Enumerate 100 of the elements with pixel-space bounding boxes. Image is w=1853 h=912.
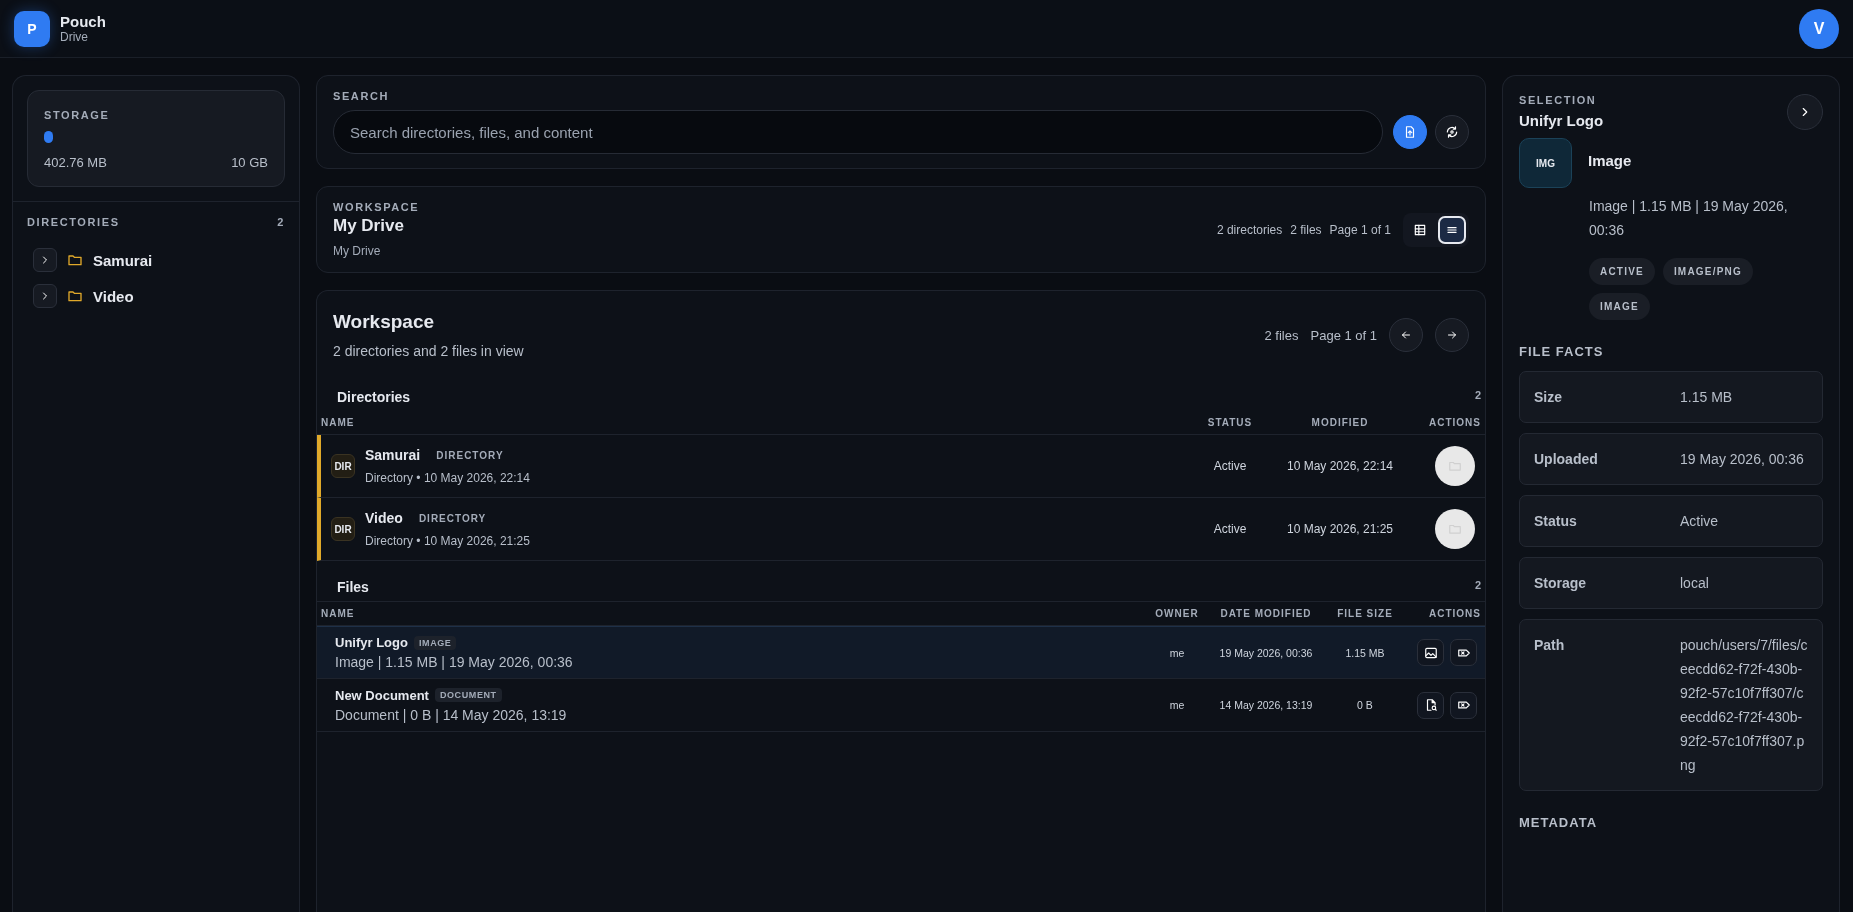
folder-icon xyxy=(67,252,83,268)
directory-item[interactable]: Samurai xyxy=(93,251,153,269)
storage-label: STORAGE xyxy=(44,109,111,121)
status-cell-text: Active xyxy=(1212,522,1248,536)
owner-cell-text: me xyxy=(1168,699,1186,711)
tag-pill: IMAGE/PNG xyxy=(1662,258,1753,285)
open-folder-button[interactable] xyxy=(1435,509,1475,549)
column-header: FILE SIZE xyxy=(1336,607,1394,621)
directory-badge: DIR xyxy=(331,454,355,478)
owner-cell-text: me xyxy=(1168,646,1186,659)
selection-label: SELECTION xyxy=(1519,94,1598,106)
fact-label: Path xyxy=(1534,636,1566,655)
tag-button[interactable] xyxy=(1450,639,1477,666)
previous-page-button[interactable] xyxy=(1389,318,1423,352)
directories-heading: DIRECTORIES xyxy=(27,216,120,228)
type-tag: IMAGE xyxy=(413,635,457,650)
fact-value: Active xyxy=(1680,512,1720,531)
preview-button[interactable] xyxy=(1417,691,1444,719)
section-title: Files xyxy=(337,579,369,595)
column-header: ACTIONS xyxy=(1428,607,1482,621)
column-header: NAME xyxy=(320,607,356,621)
refresh-button[interactable] xyxy=(1435,115,1469,149)
column-header: OWNER xyxy=(1154,607,1200,621)
fact-label: Status xyxy=(1534,512,1578,531)
storage-used: 402.76 MB xyxy=(44,155,107,170)
file-upload-icon xyxy=(1403,125,1417,139)
modified-cell: 10 May 2026, 22:14 xyxy=(1285,459,1395,473)
column-header: NAME xyxy=(320,416,356,430)
image-icon xyxy=(1423,645,1438,660)
expand-toggle[interactable] xyxy=(33,284,57,308)
status-cell-text: Active xyxy=(1212,459,1248,473)
workspace-label: WORKSPACE xyxy=(333,201,420,213)
fact-label: Storage xyxy=(1534,574,1588,593)
selection-title: Unifyr Logo xyxy=(1519,112,1604,129)
column-header: STATUS xyxy=(1206,416,1254,430)
file-type-badge: IMG xyxy=(1519,138,1572,188)
section-count: 2 xyxy=(1474,579,1481,593)
view-toggle[interactable] xyxy=(1438,215,1466,244)
app-logo[interactable]: P xyxy=(14,10,50,47)
arrow-right-icon xyxy=(1446,329,1458,341)
folder-icon xyxy=(67,288,83,304)
metadata-heading: METADATA xyxy=(1519,815,1599,830)
file-meta: Image | 1.15 MB | 19 May 2026, 00:36 xyxy=(335,654,574,670)
fact-value: local xyxy=(1680,574,1710,593)
workspace-stat: Page 1 of 1 xyxy=(1329,222,1391,237)
file-name: Unifyr Logo xyxy=(335,635,408,650)
file-row[interactable]: New Document DOCUMENT Document | 0 B | 14 May 2026, 13:19 me 14 May 2026, 13:19 0 B xyxy=(317,679,1485,732)
tag-button[interactable] xyxy=(1450,691,1477,719)
section-title: Directories xyxy=(337,389,411,405)
directory-meta: Directory • 10 May 2026, 22:14 xyxy=(365,471,530,485)
next-page-button[interactable] xyxy=(1435,318,1469,352)
file-row[interactable]: Unifyr Logo IMAGE Image | 1.15 MB | 19 May 2026, 00:36 me 19 May 2026, 00:36 1.15 MB xyxy=(317,626,1485,679)
directories-count: 2 xyxy=(277,216,285,228)
preview-button[interactable] xyxy=(1417,639,1444,666)
workspace-stat: 2 directories xyxy=(1216,222,1283,237)
search-label: SEARCH xyxy=(333,90,391,102)
modified-cell: 10 May 2026, 21:25 xyxy=(1285,522,1395,536)
arrow-left-icon xyxy=(1400,329,1412,341)
folder-icon xyxy=(1448,459,1462,473)
directory-name[interactable]: Samurai xyxy=(365,447,421,463)
fact-label: Uploaded xyxy=(1534,450,1599,469)
fact-value: 19 May 2026, 00:36 xyxy=(1680,450,1805,469)
app-subtitle: Drive xyxy=(60,30,89,44)
directory-name[interactable]: Video xyxy=(365,510,403,526)
selection-type: Image xyxy=(1588,152,1632,171)
tag-pill: IMAGE xyxy=(1589,293,1650,320)
facts-heading: FILE FACTS xyxy=(1519,344,1605,359)
open-folder-button[interactable] xyxy=(1435,446,1475,486)
type-tag: DIRECTORY xyxy=(436,449,504,461)
section-count: 2 xyxy=(1474,389,1481,403)
search-field[interactable]: Search directories, files, and content xyxy=(333,110,1383,154)
workspace-stat: 2 files xyxy=(1290,222,1322,237)
date-cell-text: 14 May 2026, 13:19 xyxy=(1218,699,1314,711)
listing-subtitle: 2 directories and 2 files in view xyxy=(333,343,524,359)
column-header: DATE MODIFIED xyxy=(1219,607,1313,621)
fact-label: Size xyxy=(1534,388,1563,407)
storage-total: 10 GB xyxy=(231,155,268,170)
expand-toggle[interactable] xyxy=(33,248,57,272)
folder-icon xyxy=(1448,522,1462,536)
file-meta: Document | 0 B | 14 May 2026, 13:19 xyxy=(335,706,568,723)
app-name: Pouch xyxy=(60,13,106,30)
directory-item[interactable]: Video xyxy=(93,287,134,305)
user-avatar[interactable]: V xyxy=(1799,8,1839,49)
file-name: New Document xyxy=(335,687,429,703)
type-tag: DOCUMENT xyxy=(434,688,502,702)
size-cell-text: 1.15 MB xyxy=(1344,646,1386,659)
listing-stat: 2 files xyxy=(1264,327,1299,343)
upload-button[interactable] xyxy=(1393,115,1427,149)
workspace-title: My Drive xyxy=(333,216,405,236)
table-icon xyxy=(1413,222,1427,237)
date-cell-text: 19 May 2026, 00:36 xyxy=(1218,646,1314,659)
selection-meta: Image | 1.15 MB | 19 May 2026, 00:36 xyxy=(1589,197,1789,240)
fact-value: 1.15 MB xyxy=(1680,388,1734,407)
breadcrumb[interactable]: My Drive xyxy=(333,244,420,258)
fact-value: pouch/users/7/files/ceecdd62-f72f-430b-92f2-57c10f7ff307/ceecdd62-f72f-430b-92f2-57c10f7ff307.png xyxy=(1680,636,1808,775)
directory-badge: DIR xyxy=(331,517,355,541)
column-header: ACTIONS xyxy=(1428,416,1482,430)
directory-meta: Directory • 10 May 2026, 21:25 xyxy=(365,534,530,548)
refresh-icon xyxy=(1445,125,1459,139)
type-tag: DIRECTORY xyxy=(418,512,487,524)
